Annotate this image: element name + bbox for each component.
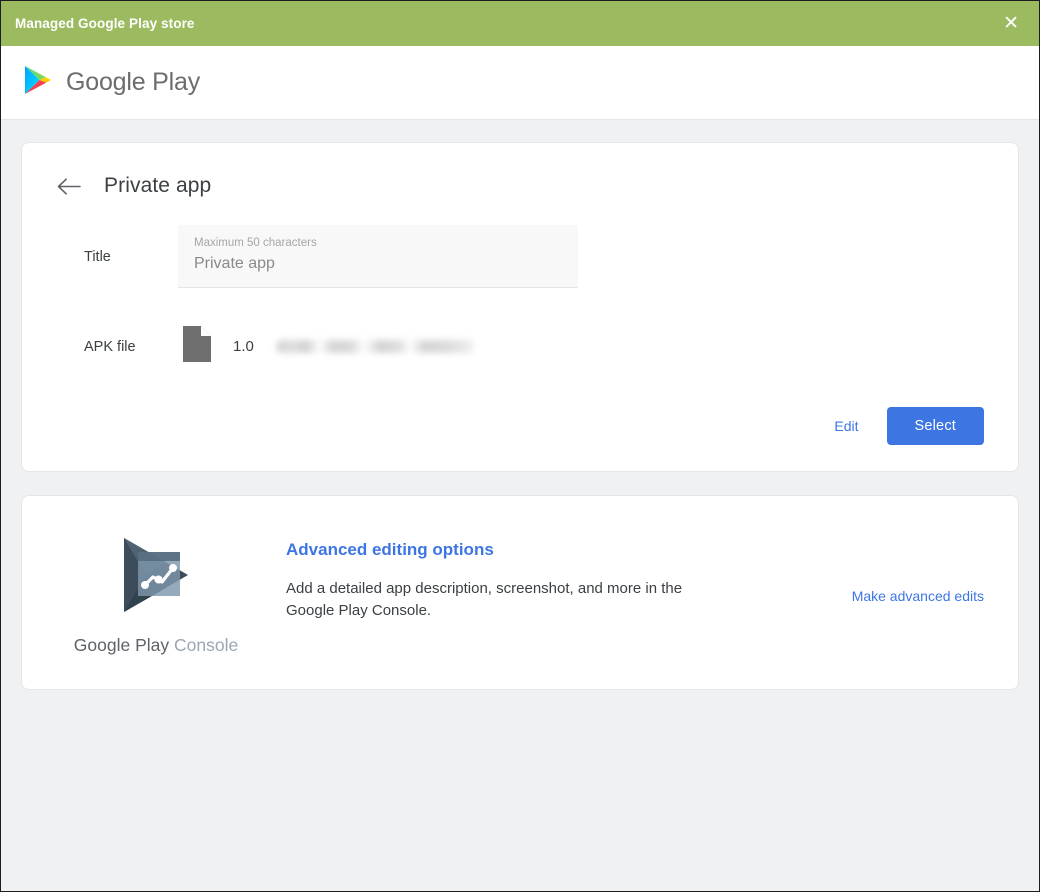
play-console-wordmark: Google Play Console	[74, 635, 238, 656]
title-field-label: Title	[56, 249, 178, 265]
google-play-triangle-icon	[23, 64, 53, 101]
apk-file-entry: 1.0	[178, 326, 476, 367]
edit-button[interactable]: Edit	[820, 409, 872, 443]
page-title: Private app	[104, 174, 211, 198]
managed-google-play-window: Managed Google Play store ✕	[0, 0, 1040, 892]
select-button[interactable]: Select	[887, 407, 985, 445]
play-console-branding: Google Play Console	[56, 526, 256, 656]
page-body: Private app Title Maximum 50 characters …	[1, 120, 1039, 690]
advanced-editing-body: Advanced editing options Add a detailed …	[256, 526, 754, 622]
google-play-logo[interactable]: Google Play	[23, 64, 200, 101]
advanced-editing-action: Make advanced edits	[754, 526, 984, 604]
apk-form-row: APK file 1.0	[56, 326, 984, 367]
play-console-wordmark-primary: Google Play	[74, 635, 169, 655]
close-icon[interactable]: ✕	[999, 12, 1023, 35]
google-play-header: Google Play	[1, 46, 1039, 120]
advanced-editing-heading: Advanced editing options	[286, 540, 754, 560]
title-input[interactable]: Maximum 50 characters Private app	[178, 225, 578, 288]
play-console-wordmark-secondary: Console	[174, 635, 238, 655]
apk-package-name-redacted	[276, 340, 476, 353]
apk-version: 1.0	[233, 338, 254, 355]
make-advanced-edits-link[interactable]: Make advanced edits	[852, 588, 984, 604]
title-input-hint: Maximum 50 characters	[194, 235, 562, 252]
advanced-editing-card: Google Play Console Advanced editing opt…	[21, 495, 1019, 690]
advanced-editing-description: Add a detailed app description, screensh…	[286, 578, 716, 622]
apk-field-label: APK file	[56, 339, 178, 355]
private-app-details-card: Private app Title Maximum 50 characters …	[21, 142, 1019, 472]
details-card-actions: Edit Select	[820, 407, 984, 445]
page-header: Private app	[56, 173, 984, 199]
back-arrow-icon[interactable]	[56, 173, 82, 199]
title-form-row: Title Maximum 50 characters Private app	[56, 225, 984, 288]
window-title: Managed Google Play store	[15, 16, 195, 31]
title-input-value: Private app	[194, 252, 562, 275]
window-titlebar: Managed Google Play store ✕	[1, 1, 1039, 46]
google-play-wordmark: Google Play	[66, 68, 200, 97]
google-play-console-icon	[114, 532, 198, 623]
file-document-icon	[183, 326, 211, 367]
